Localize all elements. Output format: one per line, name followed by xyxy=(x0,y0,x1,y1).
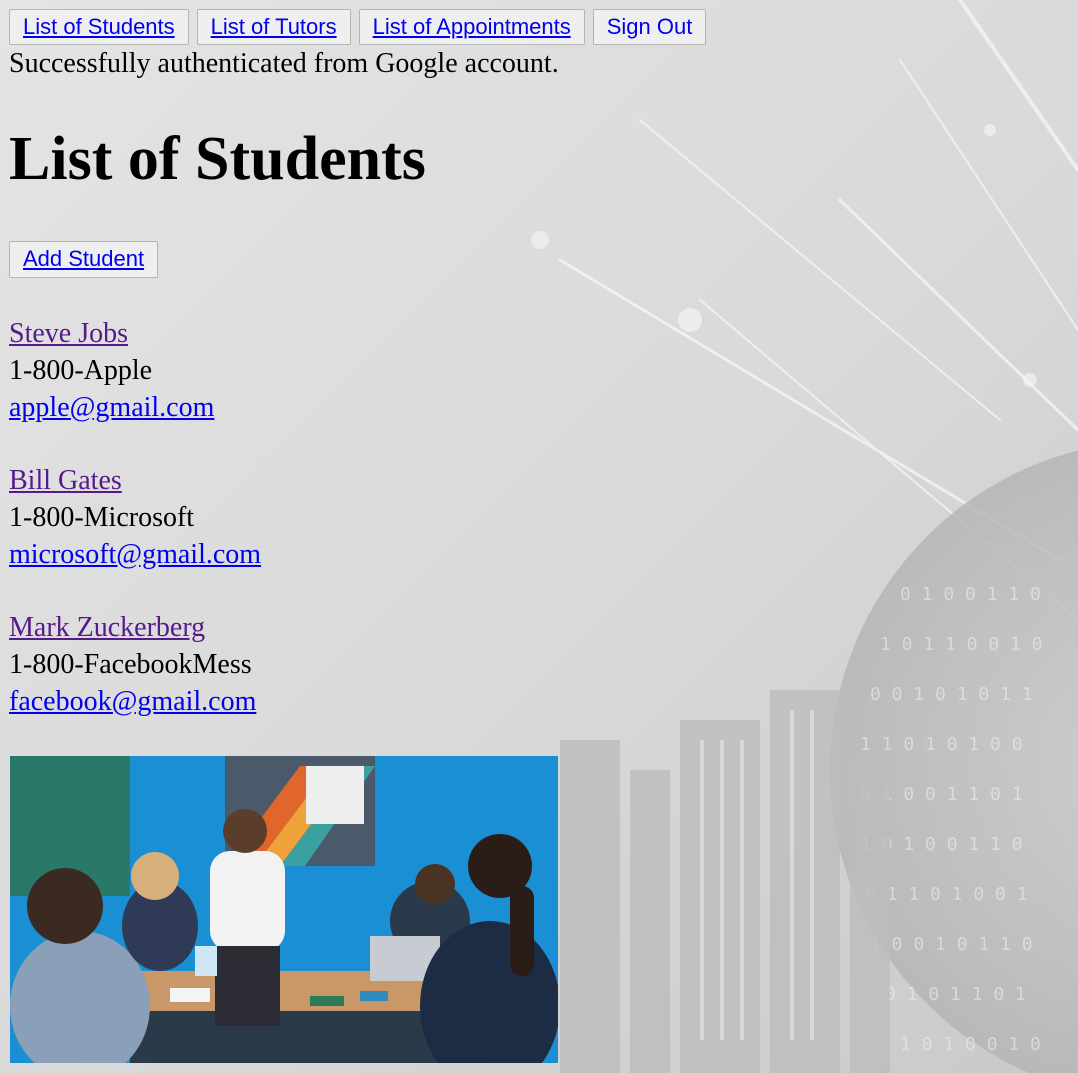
student-entry: Bill Gates 1-800-Microsoft microsoft@gma… xyxy=(9,462,261,573)
classroom-photo xyxy=(10,756,558,1063)
student-phone: 1-800-Microsoft xyxy=(9,502,195,533)
student-name-link[interactable]: Bill Gates xyxy=(9,462,261,499)
student-entry: Mark Zuckerberg 1-800-FacebookMess faceb… xyxy=(9,609,256,720)
auth-status-message: Successfully authenticated from Google a… xyxy=(9,48,559,79)
student-phone: 1-800-Apple xyxy=(9,355,153,386)
student-email-link[interactable]: facebook@gmail.com xyxy=(9,683,256,720)
page-title: List of Students xyxy=(9,125,426,193)
student-name-link[interactable]: Mark Zuckerberg xyxy=(9,609,256,646)
student-name-link[interactable]: Steve Jobs xyxy=(9,315,214,352)
top-nav: List of Students List of Tutors List of … xyxy=(9,9,707,45)
page-content: List of Students List of Tutors List of … xyxy=(0,0,1078,1073)
nav-list-of-tutors-button[interactable]: List of Tutors xyxy=(196,9,351,45)
student-entry: Steve Jobs 1-800-Apple apple@gmail.com xyxy=(9,315,214,426)
sign-out-button[interactable]: Sign Out xyxy=(592,9,707,45)
student-phone: 1-800-FacebookMess xyxy=(9,649,252,680)
student-email-link[interactable]: microsoft@gmail.com xyxy=(9,536,261,573)
classroom-photo-illustration xyxy=(10,756,558,1063)
student-email-link[interactable]: apple@gmail.com xyxy=(9,389,214,426)
add-student-button[interactable]: Add Student xyxy=(9,241,159,278)
nav-list-of-appointments-button[interactable]: List of Appointments xyxy=(358,9,585,45)
nav-list-of-students-button[interactable]: List of Students xyxy=(9,9,189,45)
